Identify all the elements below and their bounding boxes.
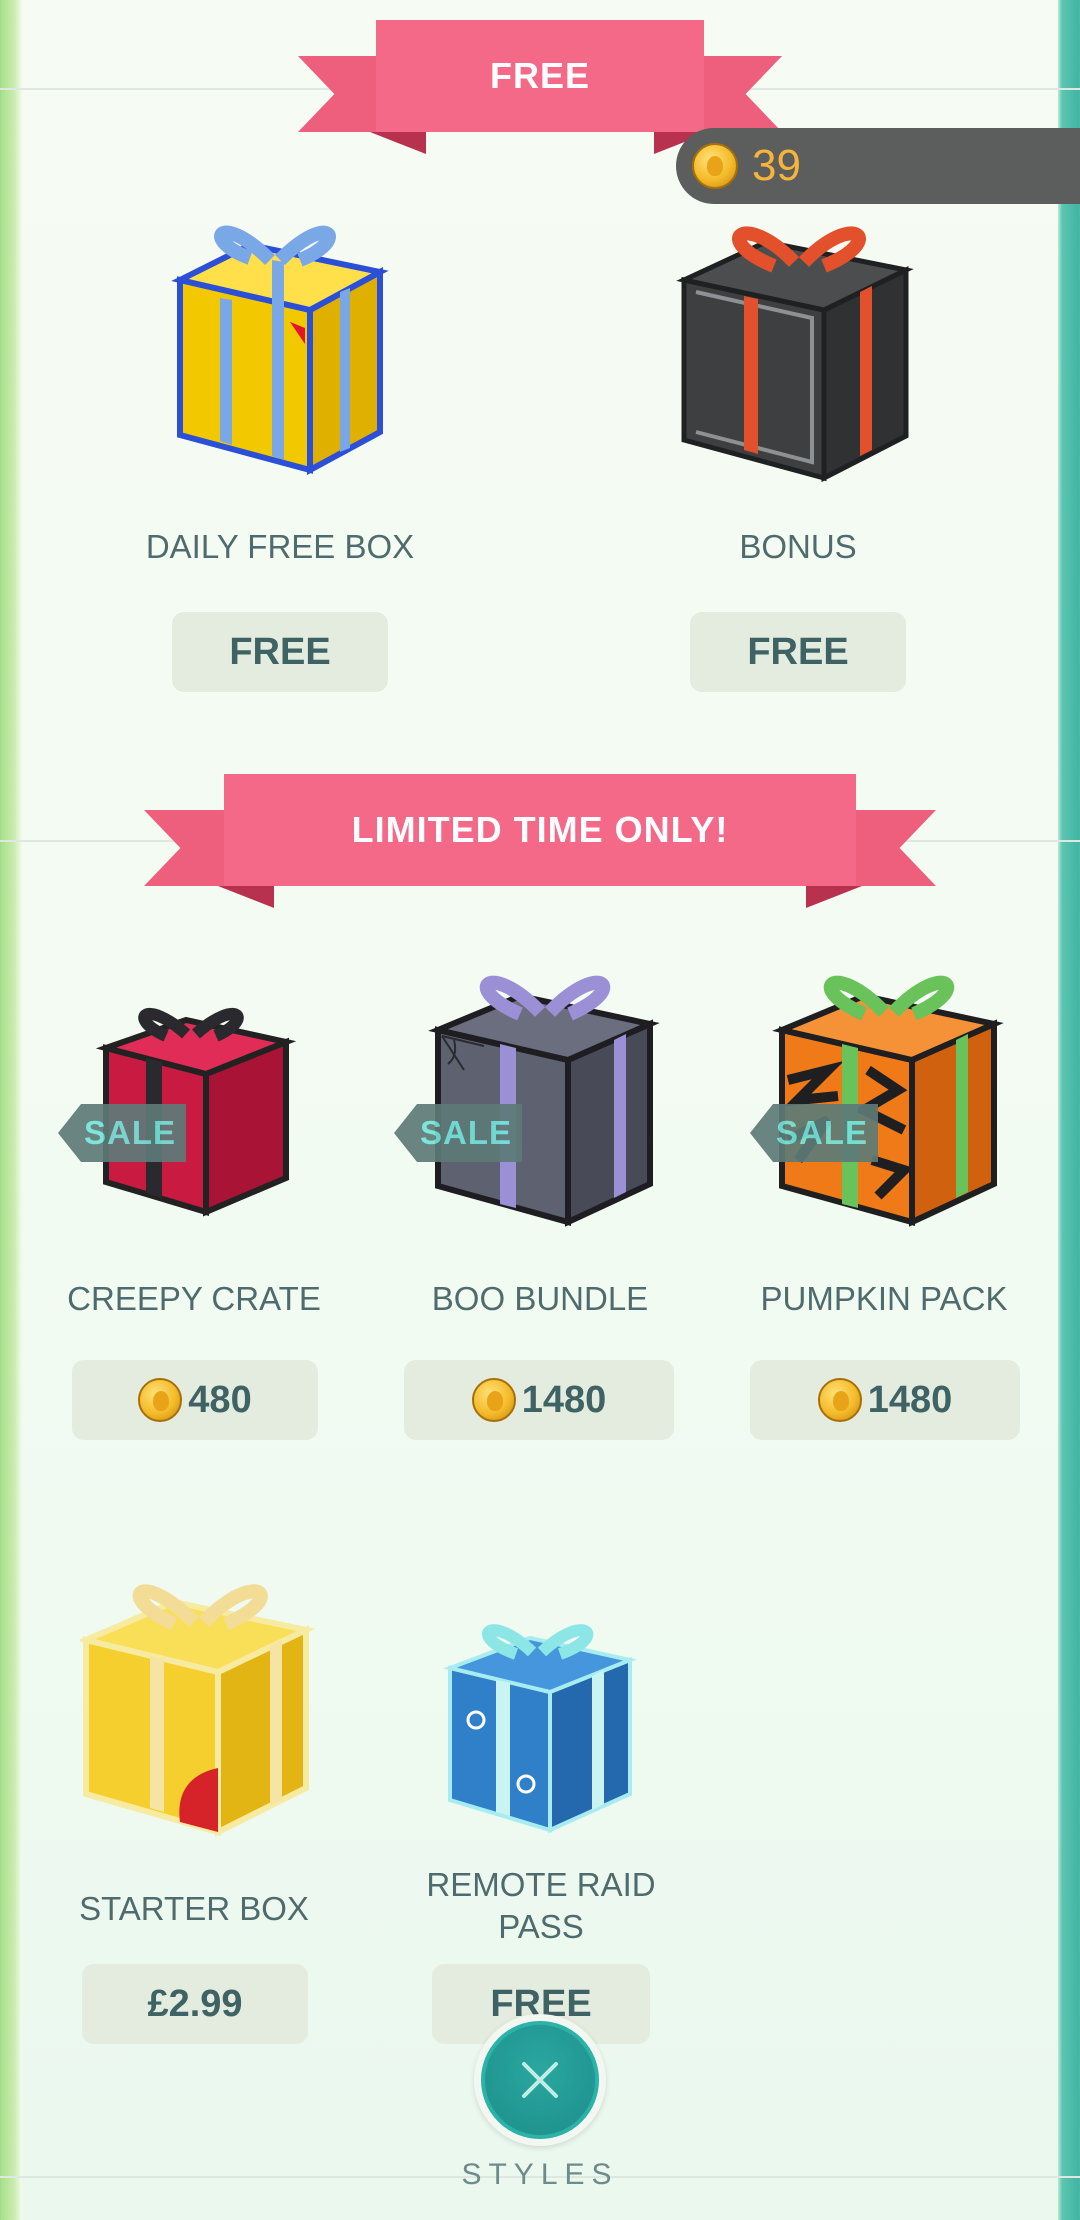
sale-badge: SALE: [394, 1104, 522, 1162]
section-banner-limited: LIMITED TIME ONLY!: [144, 774, 936, 908]
price-value: 480: [188, 1378, 252, 1421]
gift-box-dark-icon: [676, 226, 914, 483]
styles-label: STYLES: [461, 2158, 619, 2191]
pokecoin-icon: [471, 1378, 516, 1422]
gift-box-yellow-icon: [80, 1584, 316, 1837]
shop-item-boo-bundle[interactable]: SALE BOO BUNDLE 1480: [394, 950, 686, 1450]
shop-item-remote-raid-pass[interactable]: REMOTE RAID PASS FREE: [400, 1558, 682, 2058]
shop-item-daily-free-box[interactable]: DAILY FREE BOX FREE: [130, 200, 430, 700]
item-name: BOO BUNDLE: [431, 1280, 649, 1317]
item-name: REMOTE RAID PASS: [426, 1866, 656, 1945]
section-title: LIMITED TIME ONLY!: [224, 774, 856, 886]
sale-badge: SALE: [58, 1104, 186, 1162]
price-button[interactable]: FREE: [690, 612, 906, 692]
pokecoin-icon: [138, 1378, 183, 1422]
shop-item-pumpkin-pack[interactable]: SALE PUMPKIN PACK 1480: [738, 950, 1030, 1450]
close-button[interactable]: [474, 2014, 606, 2146]
price-button[interactable]: 480: [72, 1360, 318, 1440]
gift-box-tiger-icon: [772, 975, 1004, 1227]
item-name: DAILY FREE BOX: [145, 528, 415, 565]
shop-item-bonus[interactable]: BONUS FREE: [648, 200, 948, 700]
price-button[interactable]: 1480: [404, 1360, 674, 1440]
price-button[interactable]: 1480: [750, 1360, 1020, 1440]
item-name: PUMPKIN PACK: [760, 1280, 1008, 1317]
pokecoin-icon: [817, 1378, 862, 1422]
item-name: STARTER BOX: [79, 1890, 309, 1927]
price-button[interactable]: FREE: [172, 612, 388, 692]
gift-box-yellow-icon: [171, 225, 389, 476]
gift-box-grey-icon: [428, 975, 660, 1227]
shop-item-creepy-crate[interactable]: SALE CREEPY CRATE 480: [56, 950, 332, 1450]
raid-pass-gift-icon: [443, 1624, 637, 1834]
item-name: BONUS: [739, 528, 857, 565]
price-value: 1480: [867, 1378, 953, 1421]
section-title: FREE: [376, 20, 704, 132]
price-button[interactable]: £2.99: [82, 1964, 308, 2044]
price-value: 1480: [521, 1378, 607, 1421]
close-icon: [481, 2021, 599, 2139]
coin-count: 39: [752, 141, 801, 190]
coin-balance[interactable]: 39: [676, 128, 1080, 204]
item-name: CREEPY CRATE: [67, 1280, 321, 1317]
shop-item-starter-box[interactable]: STARTER BOX £2.99: [56, 1558, 332, 2058]
pokecoin-icon: [692, 143, 738, 189]
sale-badge: SALE: [750, 1104, 878, 1162]
